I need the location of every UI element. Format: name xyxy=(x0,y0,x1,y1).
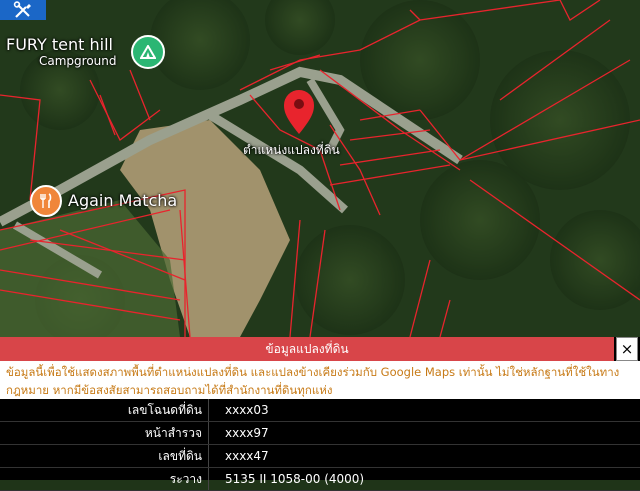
panel-title: ข้อมูลแปลงที่ดิน xyxy=(0,337,614,361)
cutlery-icon xyxy=(38,193,54,209)
row-value: xxxx03 xyxy=(209,399,640,422)
tent-icon xyxy=(140,45,156,59)
row-label: เลขที่ดิน xyxy=(0,445,209,468)
restaurant-icon[interactable] xyxy=(30,185,62,217)
row-label: หน้าสำรวจ xyxy=(0,422,209,445)
poi-category: Campground xyxy=(6,54,117,68)
parcel-marker-label: ตำแหน่งแปลงที่ดิน xyxy=(243,141,340,160)
parcel-info-panel: ข้อมูลแปลงที่ดิน × ข้อมูลนี้เพื่อใช้แสดง… xyxy=(0,337,640,480)
poi-restaurant-label[interactable]: Again Matcha xyxy=(68,191,177,210)
close-button[interactable]: × xyxy=(616,337,638,361)
tools-button[interactable] xyxy=(0,0,46,20)
campground-icon[interactable] xyxy=(131,35,165,69)
row-value: xxxx47 xyxy=(209,445,640,468)
row-label: เลขโฉนดที่ดิน xyxy=(0,399,209,422)
table-row: เลขโฉนดที่ดิน xxxx03 xyxy=(0,399,640,422)
row-label: ระวาง xyxy=(0,468,209,491)
parcel-info-table: เลขโฉนดที่ดิน xxxx03 หน้าสำรวจ xxxx97 เล… xyxy=(0,399,640,491)
tools-icon xyxy=(12,1,34,19)
row-value: xxxx97 xyxy=(209,422,640,445)
table-row: หน้าสำรวจ xxxx97 xyxy=(0,422,640,445)
table-row: ระวาง 5135 II 1058-00 (4000) xyxy=(0,468,640,491)
table-row: เลขที่ดิน xxxx47 xyxy=(0,445,640,468)
poi-campground-label[interactable]: FURY tent hill Campground xyxy=(6,35,117,68)
row-value: 5135 II 1058-00 (4000) xyxy=(209,468,640,491)
poi-name: Again Matcha xyxy=(68,191,177,210)
poi-name: FURY tent hill xyxy=(6,35,117,54)
disclaimer-text: ข้อมูลนี้เพื่อใช้แสดงสภาพพื้นที่ตำแหน่งแ… xyxy=(0,361,640,399)
